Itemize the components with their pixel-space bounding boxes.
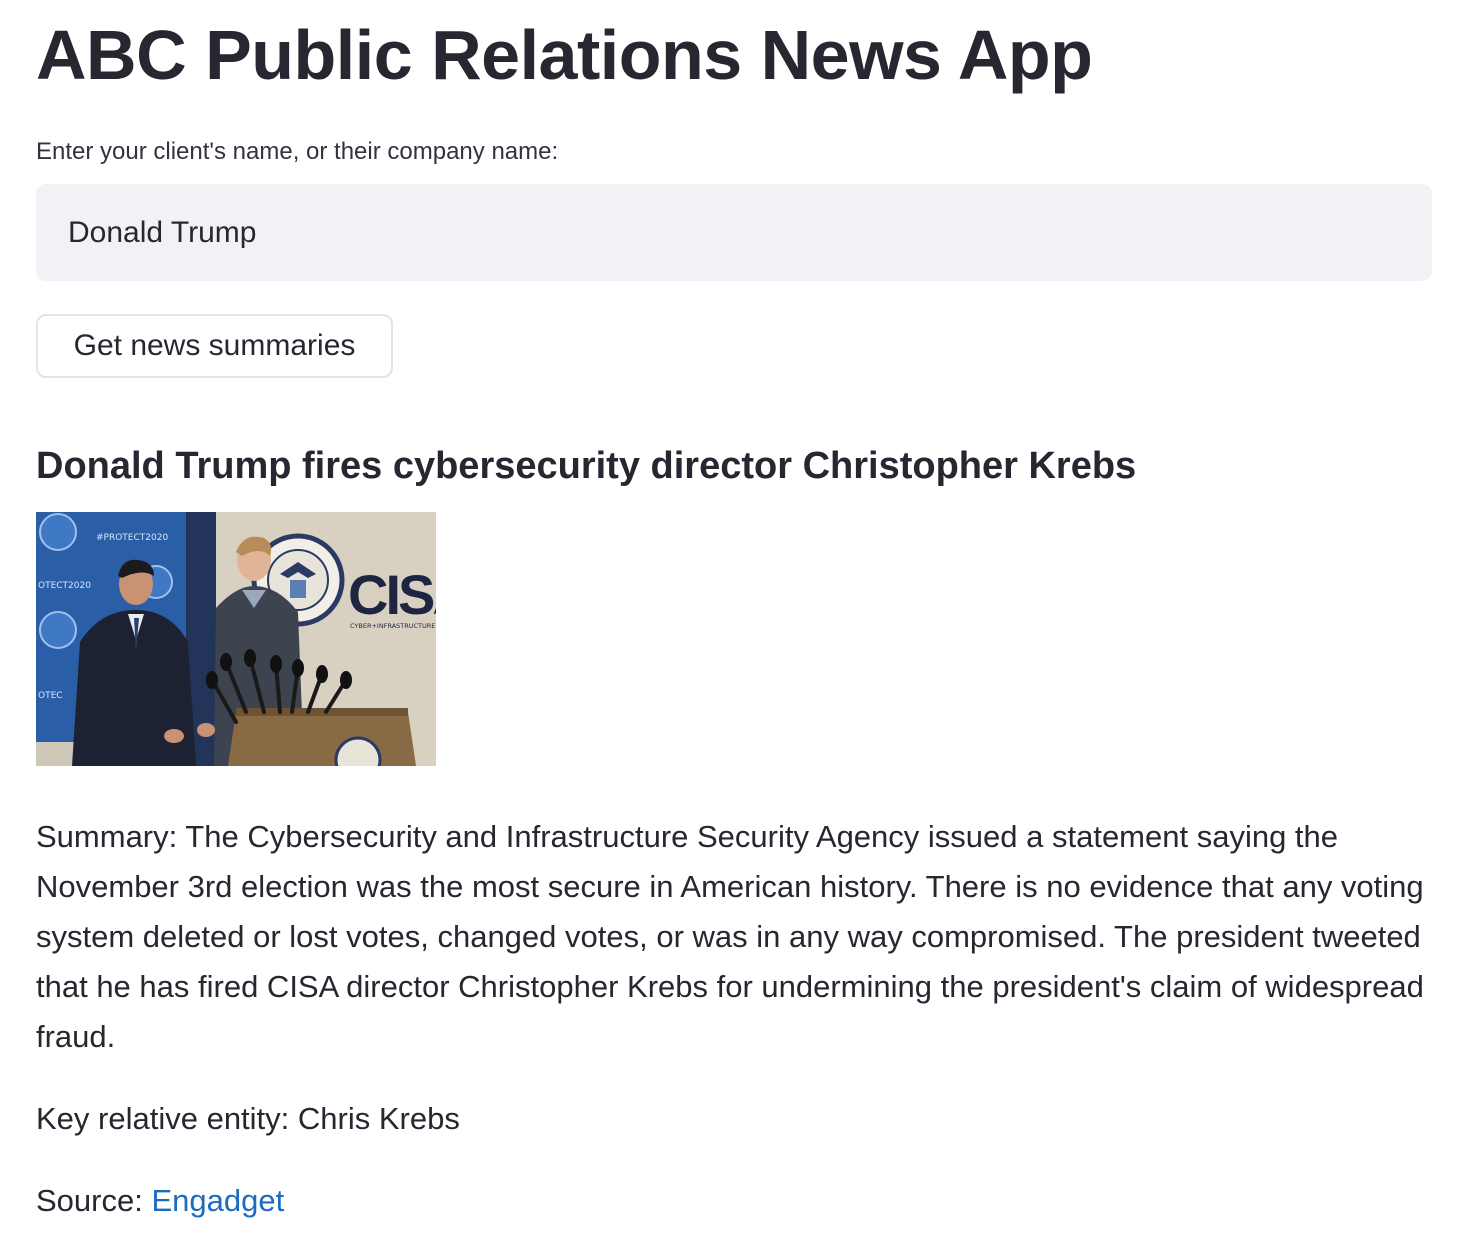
get-news-summaries-button[interactable]: Get news summaries [36,314,393,378]
source-link[interactable]: Engadget [151,1183,284,1218]
article-summary: Summary: The Cybersecurity and Infrastru… [36,819,1424,1054]
client-name-label: Enter your client's name, or their compa… [36,138,559,165]
article-title: Donald Trump fires cybersecurity directo… [36,445,1137,487]
sign-subtext: CYBER+INFRASTRUCTURE [350,622,435,630]
svg-text:OTEC: OTEC [38,691,63,701]
client-name-input[interactable] [68,184,1398,281]
banner-text: #PROTECT2020 [96,533,168,543]
client-name-field-container [36,184,1432,281]
page-title: ABC Public Relations News App [36,16,1093,94]
source-prefix: Source: [36,1183,152,1218]
article-image: #PROTECT2020 OTECT2020 OTEC CISA CYBER+I… [36,512,436,766]
key-entity: Key relative entity: Chris Krebs [36,1101,460,1136]
svg-text:OTECT2020: OTECT2020 [38,581,91,591]
article-source: Source: Engadget [36,1176,284,1226]
sign-text: CISA [348,563,436,626]
